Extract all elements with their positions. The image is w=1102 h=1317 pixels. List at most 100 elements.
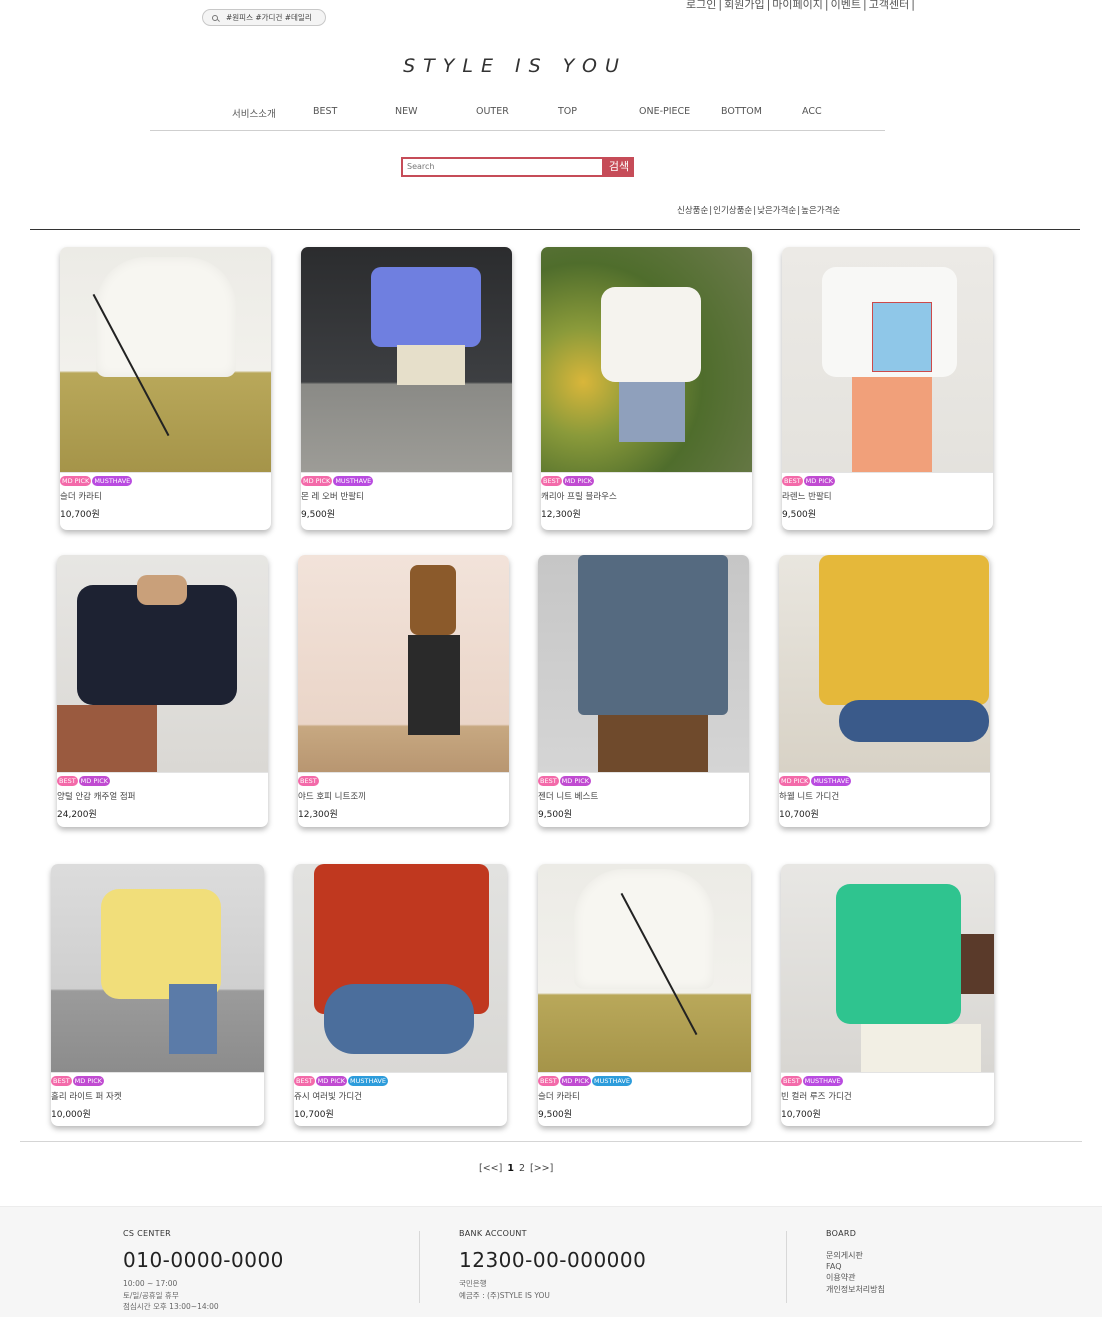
login-link[interactable]: 로그인 (686, 0, 716, 11)
tag-search-bar[interactable]: #원피스 #가디건 #데일리 (202, 9, 326, 26)
top-links: 로그인 | 회원가입 | 마이페이지 | 이벤트 | 고객센터 | (686, 0, 917, 12)
graphic-print-shape (872, 302, 932, 372)
badge-group: BEST MD PICK MUSTHAVE (294, 1076, 507, 1087)
separator: | (718, 0, 723, 11)
shorts-shape (619, 382, 685, 442)
bank-title: BANK ACCOUNT (459, 1229, 527, 1238)
badge-md-pick: MD PICK (562, 476, 594, 486)
page-1[interactable]: 1 (507, 1163, 514, 1174)
sort-newest[interactable]: 신상품순 (677, 206, 708, 216)
badge-best: BEST (541, 476, 562, 486)
footer-divider (419, 1231, 420, 1303)
pants-shape (598, 715, 708, 772)
product-name[interactable]: 라렌느 반팔티 (782, 490, 993, 502)
mypage-link[interactable]: 마이페이지 (772, 0, 823, 11)
product-name[interactable]: 빈 컬러 루즈 가디건 (781, 1090, 994, 1102)
product-name[interactable]: 양털 안감 캐주얼 점퍼 (57, 790, 268, 802)
product-image[interactable] (781, 864, 994, 1073)
product-card[interactable]: BEST 야드 호피 니트조끼 12,300원 (298, 555, 509, 827)
product-card[interactable]: BEST MD PICK 홀리 라이트 퍼 자켓 10,000원 (51, 864, 264, 1126)
page-next[interactable]: [>>] (530, 1163, 553, 1174)
product-name[interactable]: 하웰 니트 가디건 (779, 790, 990, 802)
product-name[interactable]: 슬더 카라티 (60, 490, 271, 502)
badge-best: BEST (57, 776, 78, 786)
product-card[interactable]: BEST MD PICK 양털 안감 캐주얼 점퍼 24,200원 (57, 555, 268, 827)
product-image[interactable] (782, 247, 993, 473)
badge-musthave: MUSTHAVE (802, 1076, 843, 1086)
badge-group: BEST MD PICK (51, 1076, 264, 1087)
nav-item-one-piece[interactable]: ONE-PIECE (639, 106, 690, 117)
cs-hours-line: 10:00 ~ 17:00 (123, 1279, 178, 1288)
board-link-faq[interactable]: FAQ (826, 1261, 885, 1272)
badge-musthave: MUSTHAVE (92, 476, 133, 486)
badge-md-pick: MD PICK (301, 476, 333, 486)
badge-group: BEST MD PICK (538, 776, 749, 787)
product-card[interactable]: BEST MD PICK 라렌느 반팔티 9,500원 (782, 247, 993, 530)
sort-popular[interactable]: 인기상품순 (713, 206, 752, 216)
product-image[interactable] (541, 247, 752, 473)
nav-item-top[interactable]: TOP (558, 106, 577, 117)
nav-item-about[interactable]: 서비스소개 (232, 106, 276, 120)
product-card[interactable]: BEST MD PICK MUSTHAVE 쥬시 여러빛 가디건 10,700원 (294, 864, 507, 1126)
badge-md-pick: MD PICK (72, 1076, 104, 1086)
search-icon (212, 15, 218, 21)
product-image[interactable] (294, 864, 507, 1073)
product-image[interactable] (779, 555, 990, 773)
product-price: 10,700원 (781, 1110, 821, 1120)
product-price: 10,700원 (60, 510, 100, 520)
signup-link[interactable]: 회원가입 (724, 0, 764, 11)
customer-center-link[interactable]: 고객센터 (869, 0, 909, 11)
nav-item-bottom[interactable]: BOTTOM (721, 106, 762, 117)
product-image[interactable] (538, 864, 751, 1073)
board-link-inquiry[interactable]: 문의게시판 (826, 1250, 885, 1261)
product-name[interactable]: 홀리 라이트 퍼 자켓 (51, 1090, 264, 1102)
product-image[interactable] (57, 555, 268, 773)
search-button[interactable]: 검색 (604, 157, 634, 177)
cs-phone: 010-0000-0000 (123, 1248, 284, 1272)
board-link-privacy[interactable]: 개인정보처리방침 (826, 1284, 885, 1295)
product-image[interactable] (301, 247, 512, 473)
separator: | (911, 0, 915, 11)
nav-item-best[interactable]: BEST (313, 106, 337, 117)
product-card[interactable]: BEST MUSTHAVE 빈 컬러 루즈 가디건 10,700원 (781, 864, 994, 1126)
product-name[interactable]: 몬 레 오버 반팔티 (301, 490, 512, 502)
product-card[interactable]: MD PICK MUSTHAVE 몬 레 오버 반팔티 9,500원 (301, 247, 512, 530)
nav-item-outer[interactable]: OUTER (476, 106, 509, 117)
bank-account: BANK ACCOUNT 12300-00-000000 국민은행 예금주 : … (459, 1229, 646, 1301)
pagination: [<<] 1 2 [>>] (479, 1163, 558, 1174)
product-price: 24,200원 (57, 810, 97, 820)
product-name[interactable]: 야드 호피 니트조끼 (298, 790, 509, 802)
board-link-terms[interactable]: 이용약관 (826, 1272, 885, 1283)
garment-shape (578, 555, 728, 715)
page-2[interactable]: 2 (519, 1163, 525, 1174)
page-prev[interactable]: [<<] (479, 1163, 502, 1174)
event-link[interactable]: 이벤트 (831, 0, 861, 11)
pagination-divider (20, 1141, 1082, 1142)
product-name[interactable]: 쥬시 여러빛 가디건 (294, 1090, 507, 1102)
badge-md-pick: MD PICK (559, 1076, 591, 1086)
nav-divider (150, 130, 885, 131)
product-image[interactable] (298, 555, 509, 773)
product-name[interactable]: 캐리아 프릴 블라우스 (541, 490, 752, 502)
product-name[interactable]: 슬더 카라티 (538, 1090, 751, 1102)
product-price: 9,500원 (538, 1110, 573, 1120)
bank-line: 예금주 : (주)STYLE IS YOU (459, 1290, 550, 1300)
site-logo[interactable]: STYLE IS YOU (0, 55, 1030, 77)
product-card[interactable]: MD PICK MUSTHAVE 하웰 니트 가디건 10,700원 (779, 555, 990, 827)
badge-md-pick: MD PICK (803, 476, 835, 486)
product-card[interactable]: BEST MD PICK 캐리아 프릴 블라우스 12,300원 (541, 247, 752, 530)
product-card[interactable]: MD PICK MUSTHAVE 슬더 카라티 10,700원 (60, 247, 271, 530)
product-image[interactable] (538, 555, 749, 773)
product-card[interactable]: BEST MD PICK MUSTHAVE 슬더 카라티 9,500원 (538, 864, 751, 1126)
badge-group: BEST MD PICK (782, 476, 993, 487)
nav-item-new[interactable]: NEW (395, 106, 418, 117)
product-name[interactable]: 젠더 니트 베스트 (538, 790, 749, 802)
product-card[interactable]: BEST MD PICK 젠더 니트 베스트 9,500원 (538, 555, 749, 827)
sort-price-high[interactable]: 높은가격순 (801, 206, 840, 216)
nav-item-acc[interactable]: ACC (802, 106, 822, 117)
search-input[interactable]: Search (401, 157, 604, 177)
product-price: 10,700원 (294, 1110, 334, 1120)
product-image[interactable] (51, 864, 264, 1073)
sort-price-low[interactable]: 낮은가격순 (757, 206, 796, 216)
product-image[interactable] (60, 247, 271, 473)
